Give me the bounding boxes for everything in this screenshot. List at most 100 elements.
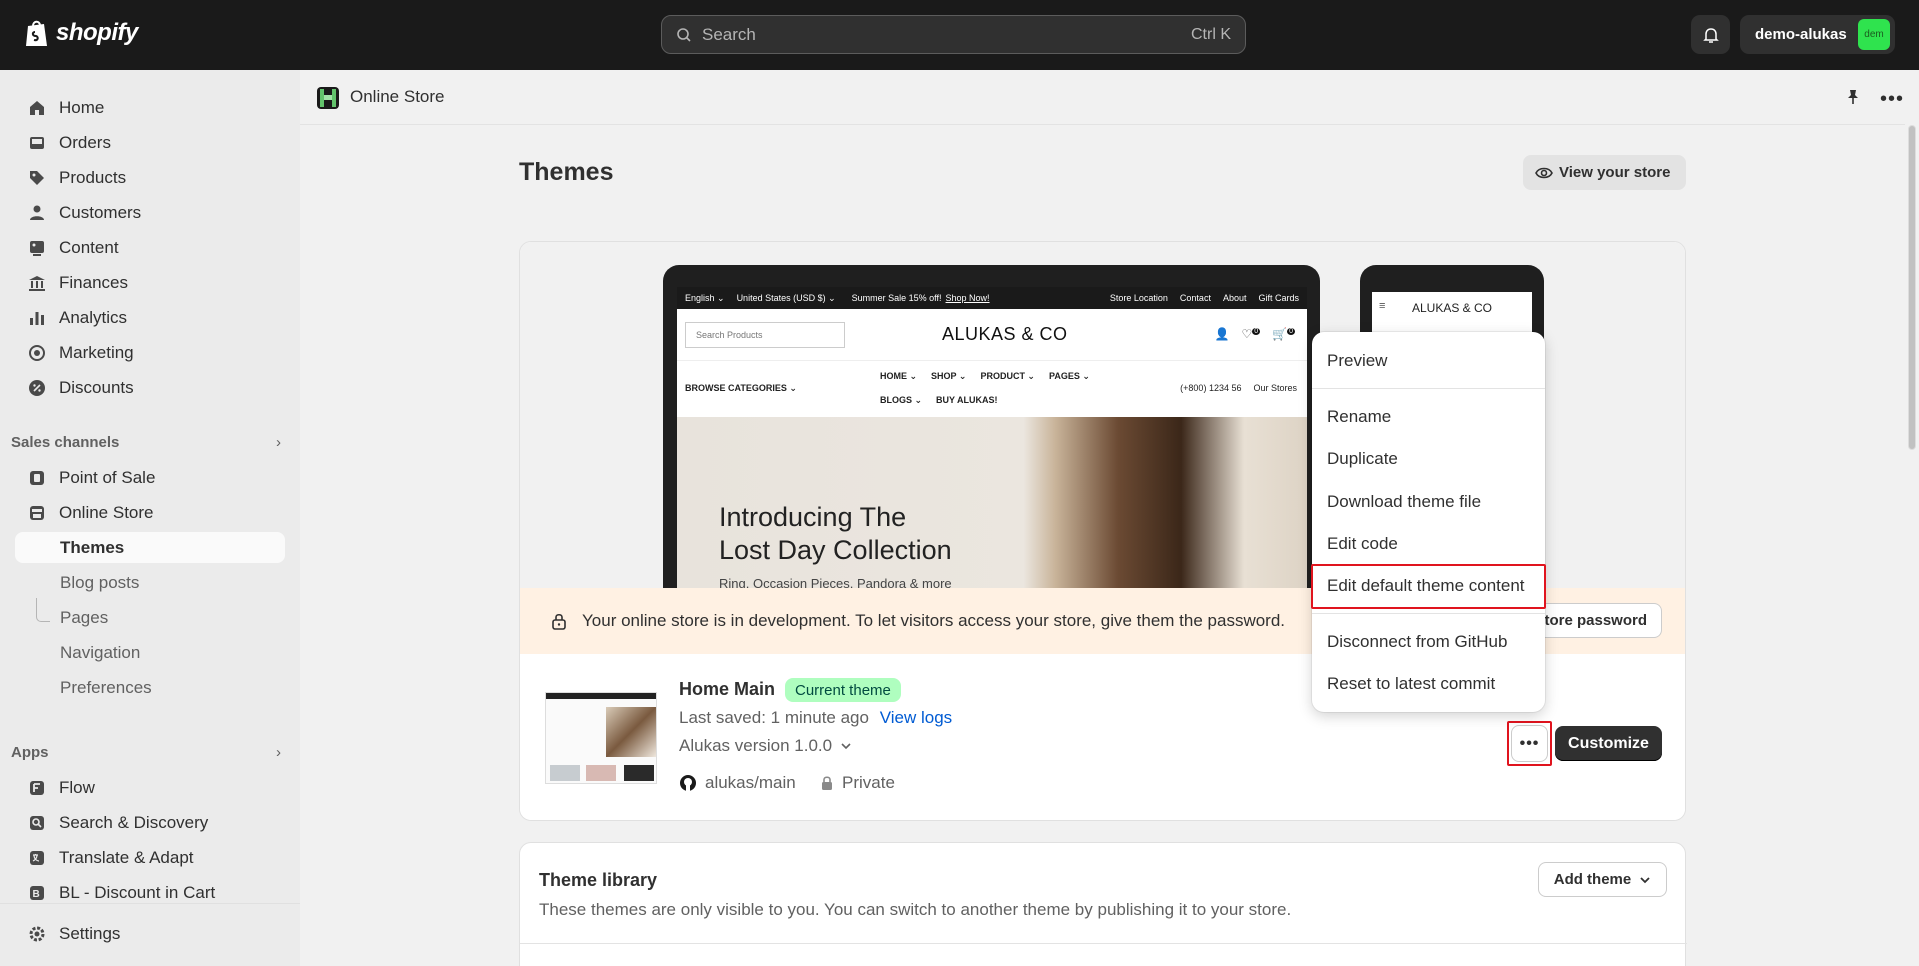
more-actions-icon[interactable]: ••• — [1880, 88, 1904, 111]
account-name: demo-alukas — [1755, 26, 1847, 43]
repo-name: alukas/main — [705, 773, 796, 792]
store-link: About — [1222, 293, 1247, 303]
store-nav-link: PAGES ⌄ — [1048, 371, 1090, 381]
apps-header[interactable]: Apps › — [11, 744, 281, 761]
current-theme-badge: Current theme — [785, 678, 901, 702]
menu-item-edit-code[interactable]: Edit code — [1312, 525, 1545, 563]
sidebar-item-online-store[interactable]: Online Store — [15, 497, 285, 528]
home-icon — [27, 98, 47, 118]
page-header-title: Online Store — [350, 87, 445, 106]
view-logs-link[interactable]: View logs — [880, 708, 952, 727]
sidebar-item-translate-adapt[interactable]: Translate & Adapt — [15, 842, 285, 873]
sidebar-item-label: Content — [59, 237, 119, 257]
store-link: Gift Cards — [1258, 293, 1299, 303]
store-currency: United States (USD $) ⌄ — [736, 292, 836, 303]
menu-item-rename[interactable]: Rename — [1312, 398, 1545, 436]
scrollbar-thumb[interactable] — [1908, 125, 1916, 450]
browse-categories: BROWSE CATEGORIES ⌄ — [685, 383, 797, 393]
sidebar-item-content[interactable]: Content — [15, 232, 285, 263]
menu-item-reset-latest-commit[interactable]: Reset to latest commit — [1312, 665, 1545, 703]
cart-icon: 🛒 0 — [1272, 327, 1295, 341]
sidebar-item-label: Analytics — [59, 307, 128, 327]
sidebar-item-analytics[interactable]: Analytics — [15, 302, 285, 333]
section-title-label: Sales channels — [11, 434, 120, 451]
store-nav-link: SHOP ⌄ — [931, 371, 967, 381]
notifications-button[interactable] — [1691, 15, 1730, 54]
sidebar-item-label: Point of Sale — [59, 467, 156, 487]
store-nav-link: PRODUCT ⌄ — [980, 371, 1035, 381]
divider — [520, 943, 1687, 944]
sidebar-item-discounts[interactable]: Discounts — [15, 372, 285, 403]
avatar: dem — [1858, 19, 1890, 50]
menu-item-preview[interactable]: Preview — [1312, 342, 1545, 380]
store-search-box: Search Products — [685, 321, 845, 348]
sidebar-item-label: Finances — [59, 272, 128, 292]
view-your-store-button[interactable]: View your store — [1523, 155, 1686, 190]
sidebar: Home Orders Products Customers Content F… — [0, 70, 300, 966]
sidebar-item-marketing[interactable]: Marketing — [15, 337, 285, 368]
customize-label: Customize — [1568, 734, 1649, 752]
store-contact: (+800) 1234 56 Our Stores — [1180, 383, 1297, 393]
shopify-logo[interactable]: shopify — [24, 18, 138, 48]
store-nav-row2: BLOGS ⌄ BUY ALUKAS! — [880, 395, 998, 406]
sidebar-item-label: Preferences — [60, 677, 152, 697]
shopify-wordmark: shopify — [56, 19, 138, 46]
online-store-icon — [316, 86, 340, 115]
sidebar-item-customers[interactable]: Customers — [15, 197, 285, 228]
menu-item-disconnect-github[interactable]: Disconnect from GitHub — [1312, 623, 1545, 661]
sidebar-item-flow[interactable]: Flow — [15, 772, 285, 803]
sidebar-item-home[interactable]: Home — [15, 92, 285, 123]
sidebar-item-pages[interactable]: Pages — [15, 602, 285, 633]
theme-version-dropdown[interactable]: Alukas version 1.0.0 — [679, 736, 852, 756]
account-menu-button[interactable]: demo-alukas dem — [1740, 15, 1895, 54]
sidebar-item-point-of-sale[interactable]: Point of Sale — [15, 462, 285, 493]
sidebar-item-orders[interactable]: Orders — [15, 127, 285, 158]
customize-button[interactable]: Customize — [1555, 726, 1662, 761]
store-nav-link: HOME ⌄ — [880, 371, 918, 381]
sidebar-item-search-discovery[interactable]: Search & Discovery — [15, 807, 285, 838]
sidebar-item-finances[interactable]: Finances — [15, 267, 285, 298]
store-logo: ALUKAS & CO — [942, 324, 1068, 344]
view-store-label: View your store — [1559, 164, 1671, 181]
sidebar-item-navigation[interactable]: Navigation — [15, 637, 285, 668]
discount-icon — [27, 378, 47, 398]
sidebar-item-label: Marketing — [59, 342, 134, 362]
sidebar-item-preferences[interactable]: Preferences — [15, 672, 285, 703]
store-password-label: store password — [1536, 612, 1647, 629]
add-theme-button[interactable]: Add theme — [1538, 862, 1667, 897]
menu-item-duplicate[interactable]: Duplicate — [1312, 440, 1545, 478]
pin-icon[interactable] — [1844, 88, 1862, 111]
store-sale-text: Summer Sale 15% off! — [851, 293, 942, 303]
content-icon — [27, 238, 47, 258]
eye-icon — [1535, 167, 1553, 178]
store-header: Search Products ALUKAS & CO 👤 ♡ 0 🛒 0 — [677, 309, 1307, 361]
wishlist-icon: ♡ 0 — [1241, 327, 1261, 341]
desktop-preview-screen: English ⌄ United States (USD $) ⌄ Summer… — [677, 287, 1307, 588]
sidebar-item-blog-posts[interactable]: Blog posts — [15, 567, 285, 598]
sidebar-item-label: Home — [59, 97, 105, 117]
sidebar-item-settings[interactable]: Settings — [15, 918, 285, 949]
cart-count: 0 — [1287, 328, 1295, 335]
sidebar-item-products[interactable]: Products — [15, 162, 285, 193]
top-bar: shopify Search Ctrl K demo-alukas dem — [0, 0, 1919, 70]
search-placeholder: Search — [702, 24, 756, 44]
store-phone: (+800) 1234 56 — [1180, 383, 1242, 393]
sidebar-item-label: Blog posts — [60, 572, 140, 592]
sidebar-item-themes[interactable]: Themes — [15, 532, 285, 563]
svg-text:B: B — [33, 889, 40, 900]
last-saved: Last saved: 1 minute ago View logs — [679, 708, 952, 728]
github-repo: alukas/main — [679, 773, 796, 793]
menu-divider — [1312, 613, 1545, 614]
lock-icon — [822, 776, 832, 790]
theme-thumbnail[interactable] — [545, 692, 657, 784]
page-header: Online Store ••• — [300, 70, 1905, 125]
sidebar-item-label: Orders — [59, 132, 111, 152]
page-scrollbar[interactable] — [1905, 70, 1919, 966]
hero-title-line: Introducing The — [719, 502, 907, 532]
sales-channels-header[interactable]: Sales channels › — [11, 434, 281, 451]
global-search-input[interactable]: Search Ctrl K — [661, 15, 1246, 54]
sidebar-item-label: Discounts — [59, 377, 134, 397]
theme-actions-button[interactable]: ••• — [1511, 725, 1548, 762]
menu-item-download-theme-file[interactable]: Download theme file — [1312, 483, 1545, 521]
theme-library-description: These themes are only visible to you. Yo… — [539, 900, 1292, 919]
